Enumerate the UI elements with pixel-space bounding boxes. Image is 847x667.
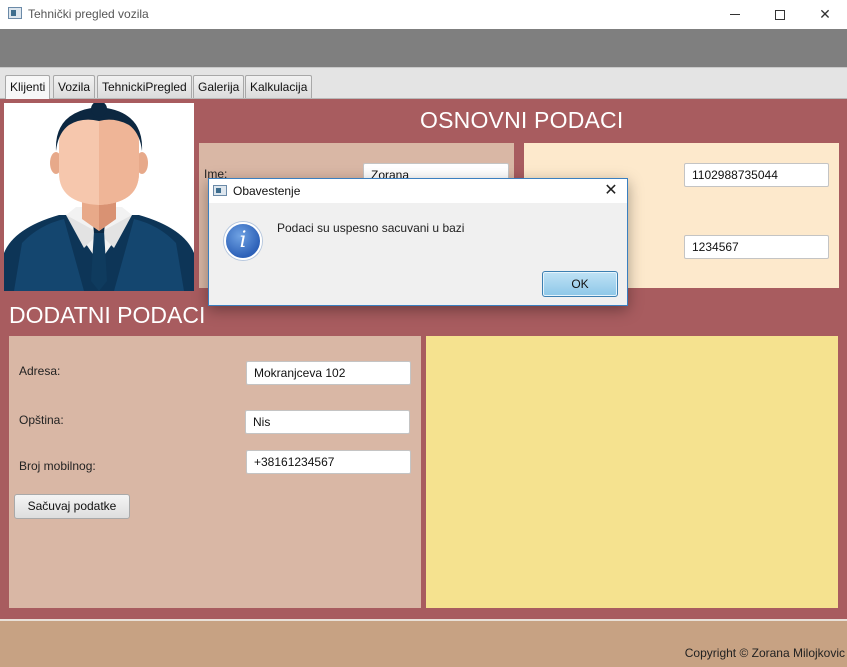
window-titlebar: Tehnički pregled vozila ✕: [0, 0, 847, 29]
tab-bar: Klijenti Vozila TehnickiPregled Galerija…: [0, 67, 847, 99]
mobilni-label: Broj mobilnog:: [19, 459, 96, 473]
dialog-close-button[interactable]: ✕: [601, 181, 621, 201]
info-icon: i: [224, 222, 262, 260]
extra-data-heading: DODATNI PODACI: [9, 302, 206, 328]
close-button[interactable]: ✕: [802, 0, 847, 29]
opstina-field[interactable]: Nis: [245, 410, 410, 434]
dialog-message: Podaci su uspesno sacuvani u bazi: [277, 221, 465, 235]
dialog-app-icon: [213, 185, 227, 196]
ok-button[interactable]: OK: [542, 271, 618, 297]
close-icon: ✕: [604, 182, 618, 199]
adresa-label: Adresa:: [19, 364, 61, 378]
client-avatar: [4, 103, 194, 291]
save-data-button[interactable]: Sačuvaj podatke: [14, 494, 130, 519]
dialog-title: Obavestenje: [233, 184, 301, 198]
mobilni-field[interactable]: +38161234567: [246, 450, 411, 474]
jmbg-field[interactable]: 1102988735044: [684, 163, 829, 187]
extra-left-panel: Adresa: Mokranjceva 102 Opština: Nis Bro…: [9, 336, 421, 608]
tab-vozila[interactable]: Vozila: [53, 75, 96, 98]
dialog-titlebar: Obavestenje ✕: [209, 179, 627, 203]
tab-kalkulacija[interactable]: Kalkulacija: [245, 75, 313, 98]
minimize-button[interactable]: [712, 0, 758, 29]
copyright-text: Copyright © Zorana Milojkovic: [684, 646, 845, 660]
footer: Copyright © Zorana Milojkovic: [0, 619, 847, 667]
close-icon: ✕: [819, 6, 831, 22]
window-title: Tehnički pregled vozila: [28, 7, 149, 21]
basic-data-heading: OSNOVNI PODACI: [420, 107, 624, 133]
client-content-area: OSNOVNI PODACI Ime: Zorana 1102988735044…: [0, 99, 847, 619]
maximize-button[interactable]: [757, 0, 803, 29]
app-icon: [8, 7, 22, 19]
person-avatar-icon: [4, 103, 194, 291]
notification-dialog: Obavestenje ✕ i Podaci su uspesno sacuva…: [208, 178, 628, 306]
dialog-body: i Podaci su uspesno sacuvani u bazi OK: [209, 203, 627, 305]
adresa-field[interactable]: Mokranjceva 102: [246, 361, 411, 385]
tab-tehnickipregled[interactable]: TehnickiPregled: [97, 75, 192, 98]
maximize-icon: [775, 9, 785, 20]
opstina-label: Opština:: [19, 413, 64, 427]
tab-klijenti[interactable]: Klijenti: [5, 75, 51, 99]
tab-galerija[interactable]: Galerija: [193, 75, 245, 98]
extra-right-panel: [426, 336, 838, 608]
minimize-icon: [730, 14, 740, 15]
toolbar-band: [0, 29, 847, 67]
secondary-id-field[interactable]: 1234567: [684, 235, 829, 259]
